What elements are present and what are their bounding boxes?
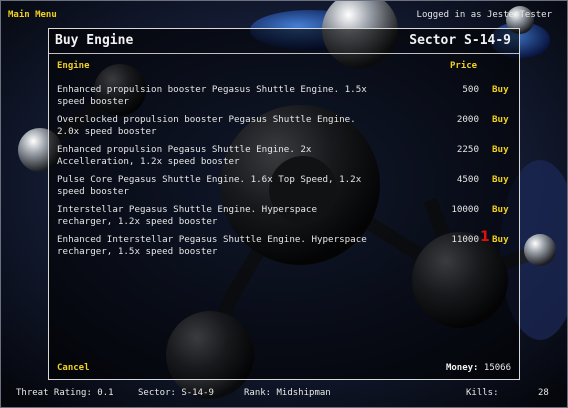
buy-button[interactable]: Buy [492,174,509,185]
buy-engine-panel: Buy Engine Sector S-14-9 Engine Price En… [48,28,520,380]
money-display: Money: 15066 [446,363,511,373]
engine-row: Enhanced propulsion booster Pegasus Shut… [49,84,519,112]
panel-title: Buy Engine [55,33,134,48]
engine-price: 500 [462,84,479,95]
panel-sector: Sector S-14-9 [409,33,511,48]
engine-row: Enhanced Interstellar Pegasus Shuttle En… [49,234,519,262]
buy-button[interactable]: Buy [492,234,509,245]
main-menu-link[interactable]: Main Menu [8,10,57,20]
engine-description: Enhanced propulsion Pegasus Shuttle Engi… [57,144,312,167]
money-value: 15066 [483,363,511,373]
status-sector: Sector: S-14-9 [138,388,214,398]
engine-row: Pulse Core Pegasus Shuttle Engine. 1.6x … [49,174,519,202]
engine-price: 11000 [451,234,479,245]
engine-description: Pulse Core Pegasus Shuttle Engine. 1.6x … [57,174,362,197]
engine-row: Interstellar Pegasus Shuttle Engine. Hyp… [49,204,519,232]
annotation-marker: 1 [480,229,490,245]
kills-value: 28 [538,388,549,398]
engine-description: Enhanced Interstellar Pegasus Shuttle En… [57,234,367,257]
buy-button[interactable]: Buy [492,84,509,95]
engine-description: Enhanced propulsion booster Pegasus Shut… [57,84,367,107]
engine-description: Interstellar Pegasus Shuttle Engine. Hyp… [57,204,317,227]
login-status: Logged in as JesterTester [416,10,552,20]
buy-button[interactable]: Buy [492,114,509,125]
engine-row: Enhanced propulsion Pegasus Shuttle Engi… [49,144,519,172]
engine-price: 10000 [451,204,479,215]
engine-row: Overclocked propulsion booster Pegasus S… [49,114,519,142]
status-rank: Rank: Midshipman [244,388,331,398]
panel-header: Buy Engine Sector S-14-9 [49,29,519,54]
money-label: Money: [445,363,479,373]
engine-price: 4500 [456,174,479,185]
engine-price: 2000 [456,114,479,125]
column-header-engine: Engine [57,61,90,71]
buy-button[interactable]: Buy [492,144,509,155]
engine-price: 2250 [456,144,479,155]
threat-rating: Threat Rating: 0.1 [16,388,114,398]
kills-label: Kills: [466,388,499,398]
cancel-button[interactable]: Cancel [57,363,90,373]
buy-button[interactable]: Buy [492,204,509,215]
engine-description: Overclocked propulsion booster Pegasus S… [57,114,356,137]
column-header-price: Price [450,61,478,71]
